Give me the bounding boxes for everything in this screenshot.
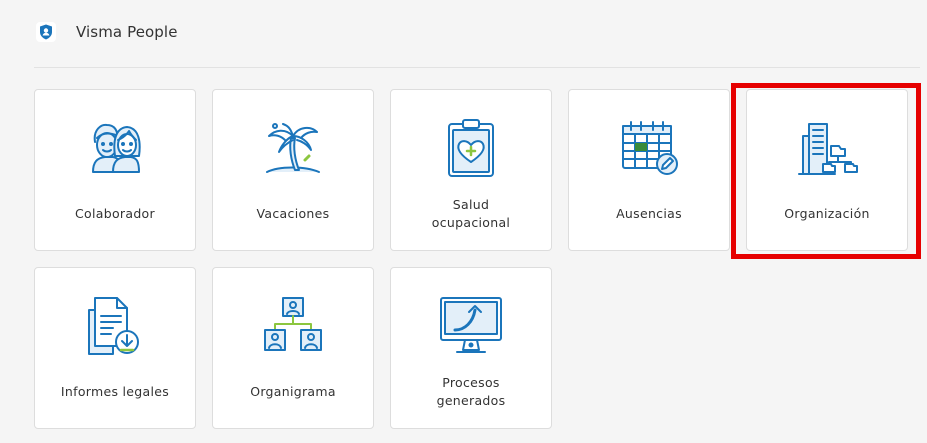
tile-label: Salud ocupacional (431, 197, 511, 230)
tile-label: Procesos generados (436, 375, 506, 408)
palm-tree-icon (261, 116, 325, 180)
tile-organizacion[interactable]: Organización (746, 89, 908, 251)
org-chart-icon (261, 294, 325, 358)
legal-report-download-icon (83, 294, 147, 358)
tile-label: Ausencias (616, 206, 682, 221)
tile-procesos-generados[interactable]: Procesos generados (390, 267, 552, 429)
people-icon (83, 116, 147, 180)
tile-vacaciones[interactable]: Vacaciones (212, 89, 374, 251)
monitor-trend-icon (439, 294, 503, 358)
tile-label: Vacaciones (256, 206, 330, 221)
tile-label: Organización (784, 206, 870, 221)
tile-ausencias[interactable]: Ausencias (568, 89, 730, 251)
app-title: Visma People (76, 23, 178, 41)
tile-colaborador[interactable]: Colaborador (34, 89, 196, 251)
tile-label: Colaborador (75, 206, 155, 221)
health-clipboard-icon (439, 116, 503, 180)
organization-building-icon (795, 116, 859, 180)
tile-organigrama[interactable]: Organigrama (212, 267, 374, 429)
app-header: Visma People (36, 18, 178, 46)
user-shield-icon (36, 22, 56, 42)
header-divider (34, 67, 920, 68)
tile-informes-legales[interactable]: Informes legales (34, 267, 196, 429)
calendar-edit-icon (617, 116, 681, 180)
tile-label: Informes legales (60, 384, 170, 399)
tile-label: Organigrama (250, 384, 336, 399)
tile-salud-ocupacional[interactable]: Salud ocupacional (390, 89, 552, 251)
